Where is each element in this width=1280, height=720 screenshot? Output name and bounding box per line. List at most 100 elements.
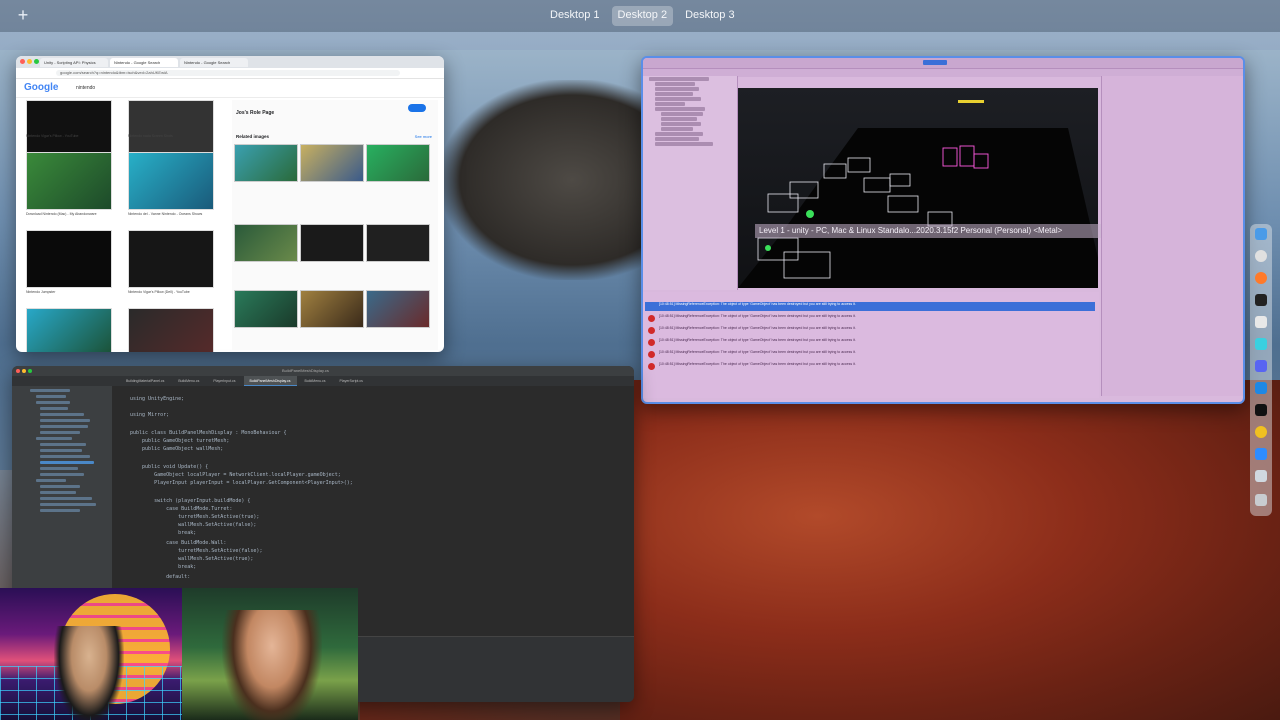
code-line: public GameObject turretMesh; xyxy=(130,438,230,444)
ide-title: BuildPanelMeshDisplay.cs xyxy=(282,368,329,373)
window-controls xyxy=(20,59,39,64)
console-log-row[interactable]: [10:48:51] MissingReferenceException: Th… xyxy=(645,362,1095,371)
add-desktop-button[interactable]: + xyxy=(14,6,32,24)
image-result[interactable] xyxy=(128,100,214,158)
image-result[interactable] xyxy=(128,230,214,288)
scene-view[interactable] xyxy=(738,88,1098,288)
zoom-icon[interactable] xyxy=(1255,448,1267,460)
related-image[interactable] xyxy=(366,290,430,328)
editor-tabs: BuildingMaterialPanel.cs BuildMenu.cs Pl… xyxy=(12,376,634,386)
editor-tab-active[interactable]: BuildPanelMeshDisplay.cs xyxy=(243,376,297,386)
related-image[interactable] xyxy=(300,224,364,262)
chrome-tab[interactable]: Nintendo - Google Search xyxy=(110,57,178,67)
image-results-grid: Nintendo Vigar's Pillow - YouTube Ninten… xyxy=(22,100,228,352)
console-log-row[interactable]: [10:48:51] MissingReferenceException: Th… xyxy=(645,302,1095,311)
image-result[interactable] xyxy=(128,308,214,352)
console-log-row[interactable]: [10:48:51] MissingReferenceException: Th… xyxy=(645,326,1095,335)
desktop-tab-2[interactable]: Desktop 2 xyxy=(611,6,674,26)
error-icon xyxy=(648,339,655,346)
code-line: wallMesh.SetActive(true); xyxy=(130,556,254,562)
preview-title[interactable]: Jos's Role Page xyxy=(236,110,274,116)
finder-icon[interactable] xyxy=(1255,228,1267,240)
discord-icon[interactable] xyxy=(1255,360,1267,372)
related-image[interactable] xyxy=(366,144,430,182)
trash-icon[interactable] xyxy=(1255,494,1267,506)
error-icon xyxy=(648,351,655,358)
image-caption: Nintendo Vigar's Pillow - YouTube xyxy=(26,134,79,138)
code-line: public class BuildPanelMeshDisplay : Mon… xyxy=(130,430,287,436)
chrome-canary-icon[interactable] xyxy=(1255,426,1267,438)
image-result[interactable] xyxy=(128,152,214,210)
console-panel[interactable]: [10:48:51] MissingReferenceException: Th… xyxy=(643,292,1099,398)
image-preview-panel: Jos's Role Page Related images See more xyxy=(232,100,438,350)
unity-editor-window[interactable]: Level 1 - unity - PC, Mac & Linux Standa… xyxy=(641,56,1245,404)
chrome-window[interactable]: Unity - Scripting API: Physics Nintendo … xyxy=(16,56,444,352)
related-image[interactable] xyxy=(366,224,430,262)
editor-tab[interactable]: BuildMenu.cs xyxy=(172,376,205,386)
inspector-panel[interactable] xyxy=(1101,76,1243,396)
rider-icon[interactable] xyxy=(1255,338,1267,350)
related-image[interactable] xyxy=(300,290,364,328)
google-logo[interactable]: Google xyxy=(24,82,58,93)
code-line: wallMesh.SetActive(false); xyxy=(130,522,257,528)
window-title-tooltip: Level 1 - unity - PC, Mac & Linux Standa… xyxy=(755,224,1145,238)
editor-tab[interactable]: PlayerInput.cs xyxy=(207,376,241,386)
editor-tab[interactable]: PlayerScript.cs xyxy=(334,376,369,386)
scene-geometry xyxy=(738,100,1098,288)
image-caption: Nintendo nada Screen Shots xyxy=(128,134,173,138)
minimize-icon[interactable] xyxy=(22,369,26,373)
desktop-tab-3[interactable]: Desktop 3 xyxy=(679,6,741,26)
hierarchy-panel[interactable] xyxy=(643,76,738,290)
image-result[interactable] xyxy=(26,308,112,352)
webcam-host-left xyxy=(0,588,182,720)
image-result[interactable] xyxy=(26,152,112,210)
chrome-icon[interactable] xyxy=(1255,250,1267,262)
editor-tab[interactable]: BuildMenu.cs xyxy=(299,376,332,386)
image-caption: Nintendo Jumpster xyxy=(26,290,56,294)
chrome-tab[interactable]: Unity - Scripting API: Physics xyxy=(40,57,108,67)
code-line: public void Update() { xyxy=(130,464,209,470)
unity-icon[interactable] xyxy=(1255,316,1267,328)
image-caption: Nintendo del - Vanne Nintendo - Oceans S… xyxy=(128,212,203,216)
code-line: switch (playerInput.buildMode) { xyxy=(130,498,251,504)
related-image[interactable] xyxy=(234,224,298,262)
editor-tab[interactable]: BuildingMaterialPanel.cs xyxy=(120,376,170,386)
visit-button[interactable] xyxy=(408,104,426,112)
console-log-row[interactable]: [10:48:51] MissingReferenceException: Th… xyxy=(645,338,1095,347)
search-input[interactable]: nintendo xyxy=(76,85,95,91)
image-caption: Download Nintendo (Mac) - My Abandonware xyxy=(26,212,97,216)
related-images-label: Related images xyxy=(236,134,270,139)
chrome-toolbar: google.com/search?q=nintendo&tbm=isch&ve… xyxy=(16,68,444,79)
play-controls[interactable] xyxy=(923,60,947,65)
maximize-icon[interactable] xyxy=(34,59,39,64)
unity-hub-icon[interactable] xyxy=(1255,404,1267,416)
terminal-icon[interactable] xyxy=(1255,294,1267,306)
code-line: PlayerInput playerInput = localPlayer.Ge… xyxy=(130,480,353,486)
preview-icon[interactable] xyxy=(1255,470,1267,482)
image-result[interactable] xyxy=(26,100,112,158)
related-image[interactable] xyxy=(234,290,298,328)
image-result[interactable] xyxy=(26,230,112,288)
close-icon[interactable] xyxy=(16,369,20,373)
console-log-row[interactable]: [10:48:51] MissingReferenceException: Th… xyxy=(645,314,1095,323)
address-bar[interactable]: google.com/search?q=nintendo&tbm=isch&ve… xyxy=(56,70,400,76)
code-line: GameObject localPlayer = NetworkClient.l… xyxy=(130,472,341,478)
code-line: break; xyxy=(130,564,197,570)
related-image[interactable] xyxy=(234,144,298,182)
vscode-icon[interactable] xyxy=(1255,382,1267,394)
webcam-host-right xyxy=(182,588,358,720)
chrome-tab[interactable]: Nintendo - Google Search xyxy=(180,57,248,67)
see-more-link[interactable]: See more xyxy=(415,134,432,139)
error-icon xyxy=(648,363,655,370)
close-icon[interactable] xyxy=(20,59,25,64)
wallpaper-cliff xyxy=(620,380,1280,720)
console-log-row[interactable]: [10:48:51] MissingReferenceException: Th… xyxy=(645,350,1095,359)
code-line: case BuildMode.Turret: xyxy=(130,506,233,512)
related-image[interactable] xyxy=(300,144,364,182)
wallpaper-rock xyxy=(440,80,660,280)
code-line: using Mirror; xyxy=(130,412,170,418)
desktop-tab-1[interactable]: Desktop 1 xyxy=(544,6,606,26)
minimize-icon[interactable] xyxy=(27,59,32,64)
maximize-icon[interactable] xyxy=(28,369,32,373)
firefox-icon[interactable] xyxy=(1255,272,1267,284)
